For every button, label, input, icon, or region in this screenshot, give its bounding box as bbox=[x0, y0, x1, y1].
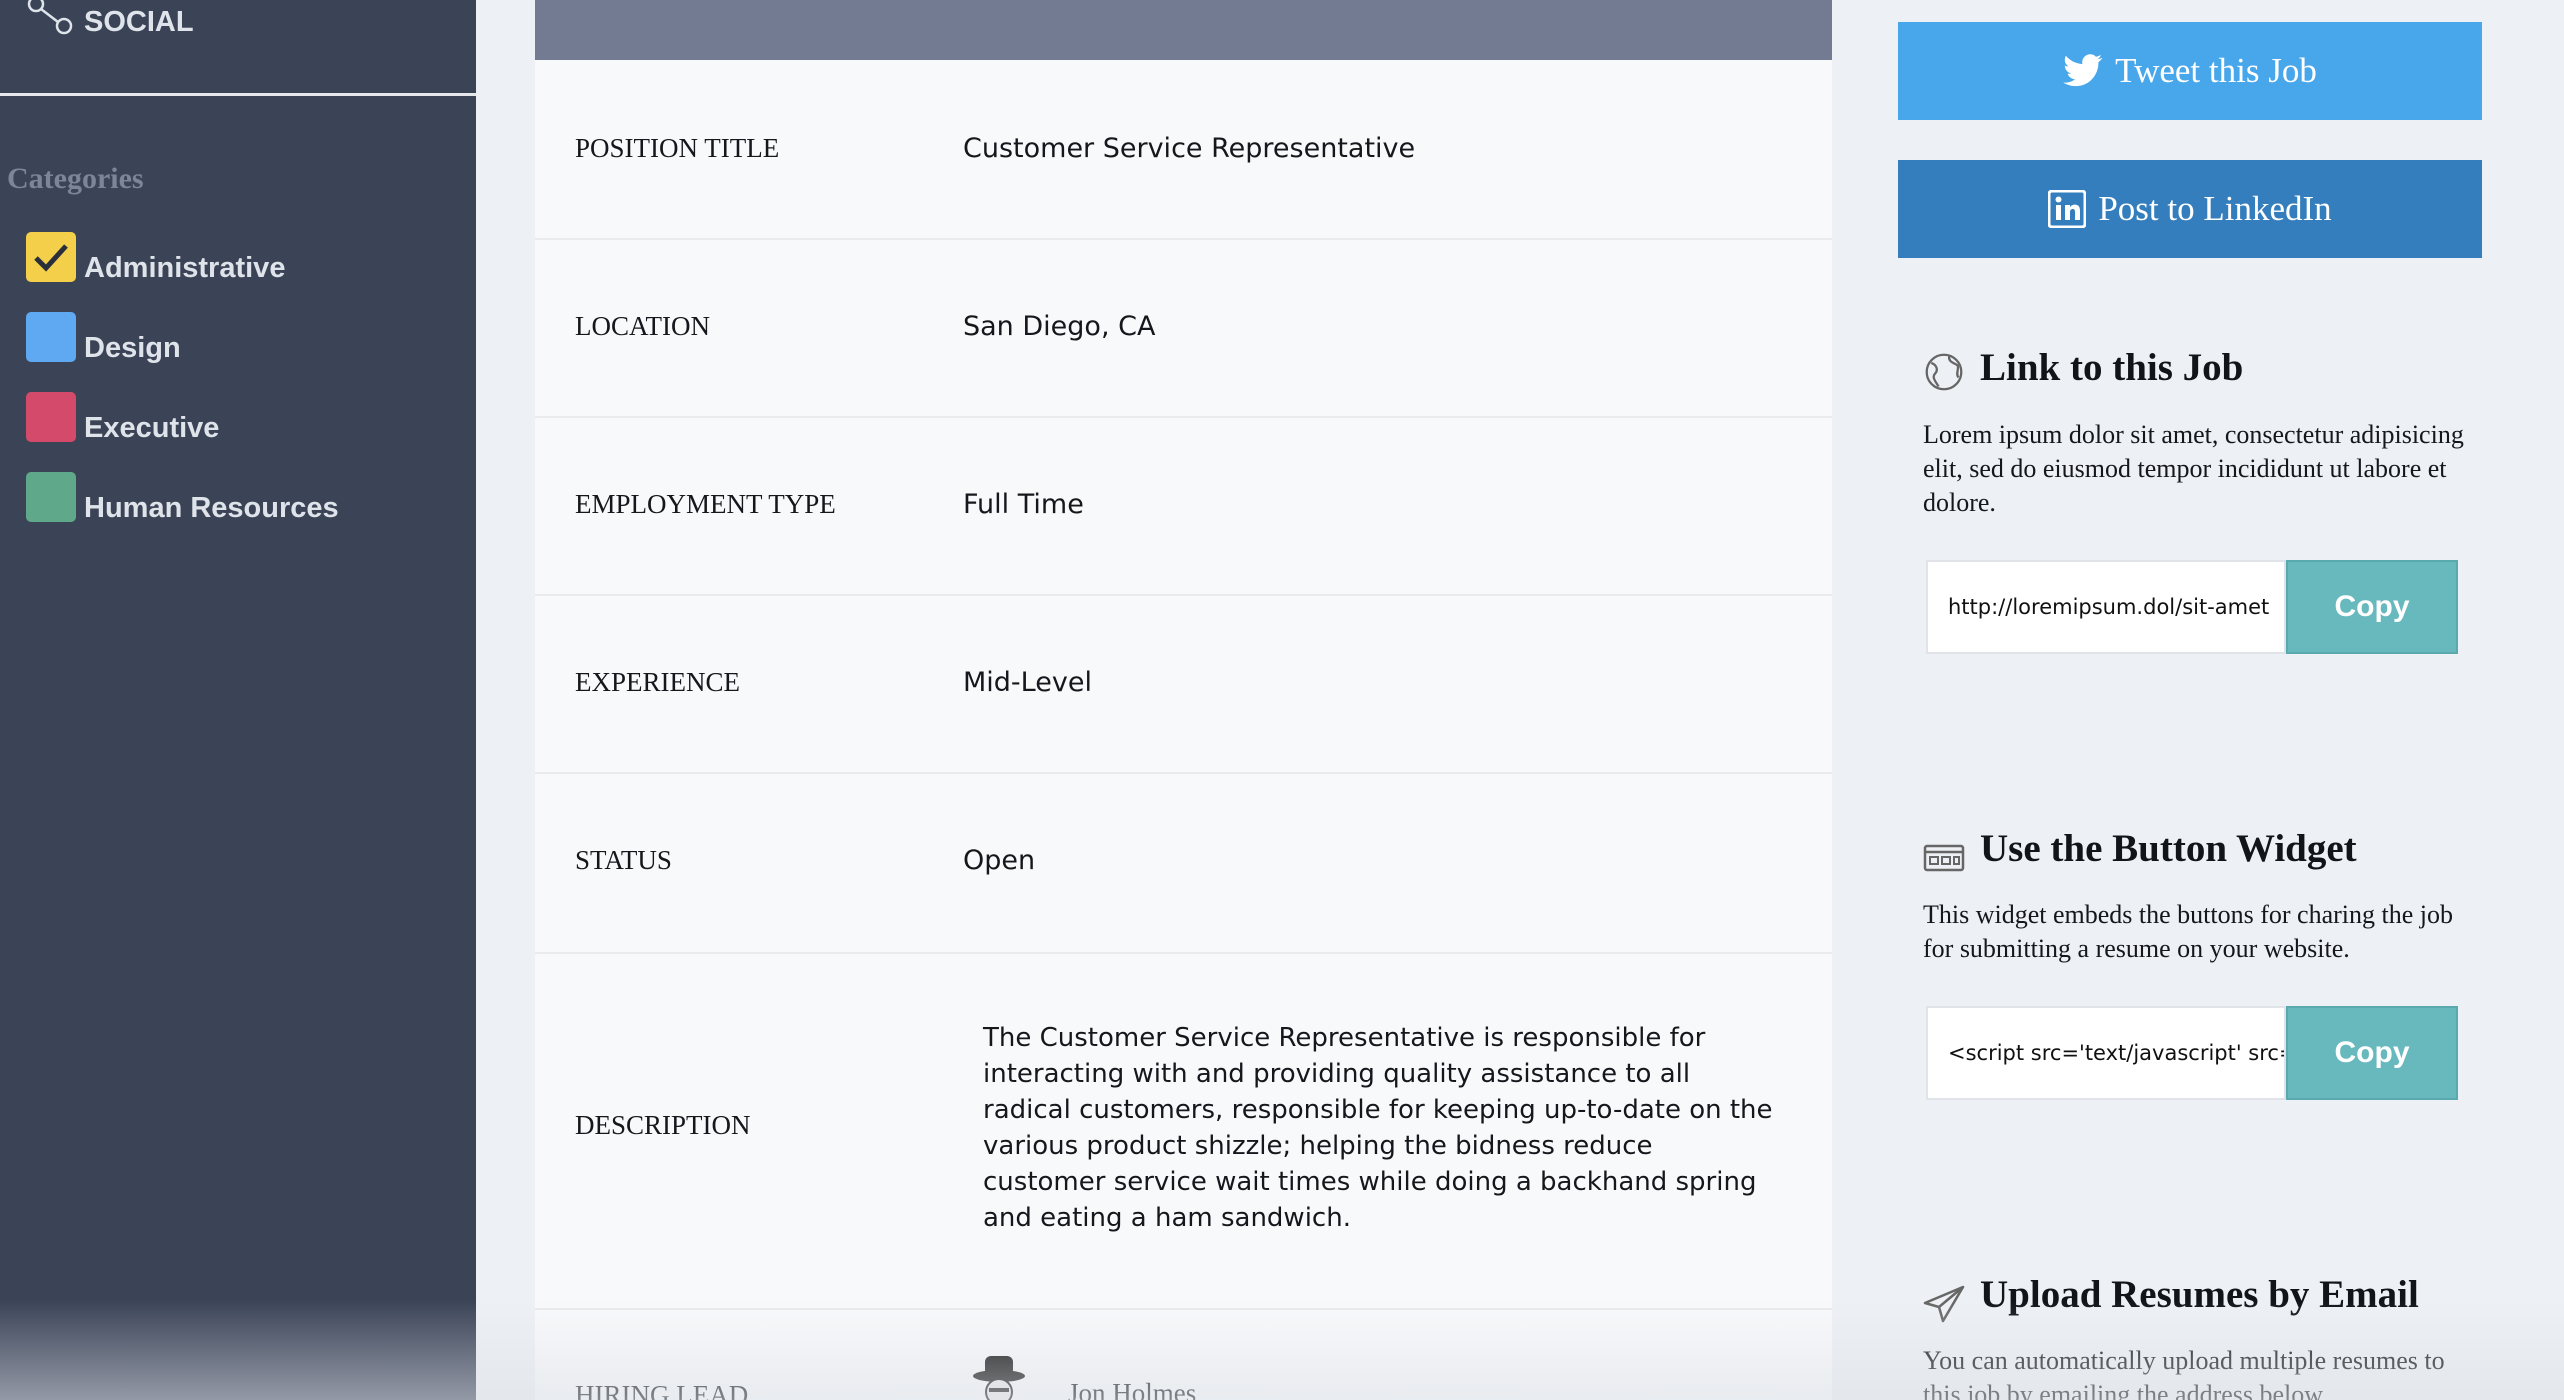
field-label: HIRING LEAD bbox=[575, 1380, 749, 1400]
field-value: Full Time bbox=[963, 489, 1084, 520]
category-label: Executive bbox=[84, 412, 220, 444]
category-checkbox[interactable] bbox=[26, 472, 76, 522]
table-row: EMPLOYMENT TYPE Full Time bbox=[535, 418, 1832, 596]
category-human-resources[interactable]: Human Resources bbox=[26, 472, 466, 524]
category-checkbox[interactable] bbox=[26, 232, 76, 282]
share-icon bbox=[27, 0, 73, 35]
link-section-title: Link to this Job bbox=[1980, 346, 2244, 389]
field-label: POSITION TITLE bbox=[575, 133, 780, 163]
copy-widget-button[interactable]: Copy bbox=[2286, 1006, 2458, 1100]
table-row: POSITION TITLE Customer Service Represen… bbox=[535, 60, 1832, 240]
email-section-text: You can automatically upload multiple re… bbox=[1923, 1346, 2445, 1400]
paper-plane-icon bbox=[1923, 1285, 1965, 1323]
field-value: Open bbox=[963, 845, 1036, 876]
link-section-text: Lorem ipsum dolor sit amet, consectetur … bbox=[1923, 420, 2464, 517]
field-label: LOCATION bbox=[575, 311, 710, 341]
category-checkbox[interactable] bbox=[26, 392, 76, 442]
table-row-hiring-lead: HIRING LEAD Jon Holmes bbox=[535, 1310, 1832, 1400]
hiring-lead-name: Jon Holmes bbox=[1068, 1378, 1197, 1400]
job-link-field[interactable]: http://loremipsum.dol/sit-amet bbox=[1926, 560, 2286, 654]
linkedin-post-label: Post to LinkedIn bbox=[2098, 189, 2332, 228]
category-checkbox[interactable] bbox=[26, 312, 76, 362]
field-label: DESCRIPTION bbox=[575, 1110, 751, 1140]
copy-link-button[interactable]: Copy bbox=[2286, 560, 2458, 654]
job-description: The Customer Service Representative is r… bbox=[983, 1023, 1773, 1233]
table-row: LOCATION San Diego, CA bbox=[535, 240, 1832, 418]
widget-icon bbox=[1923, 844, 1965, 872]
social-section[interactable]: SOCIAL bbox=[0, 0, 476, 96]
table-row-description: DESCRIPTION The Customer Service Represe… bbox=[535, 954, 1832, 1310]
field-value: San Diego, CA bbox=[963, 311, 1156, 342]
social-label: SOCIAL bbox=[84, 6, 194, 38]
tweet-job-label: Tweet this Job bbox=[2115, 51, 2317, 90]
category-administrative[interactable]: Administrative bbox=[26, 232, 466, 284]
table-header-bar bbox=[535, 0, 1832, 60]
category-label: Administrative bbox=[84, 252, 286, 284]
field-value: Customer Service Representative bbox=[963, 133, 1416, 164]
widget-section-title: Use the Button Widget bbox=[1980, 827, 2357, 870]
tweet-job-button[interactable]: Tweet this Job bbox=[1898, 22, 2482, 120]
category-design[interactable]: Design bbox=[26, 312, 466, 364]
field-label: EMPLOYMENT TYPE bbox=[575, 489, 836, 519]
globe-icon bbox=[1925, 353, 1963, 391]
field-value: Mid-Level bbox=[963, 667, 1092, 698]
category-label: Design bbox=[84, 332, 181, 364]
avatar bbox=[963, 1354, 1035, 1400]
field-label: STATUS bbox=[575, 845, 672, 875]
table-row: EXPERIENCE Mid-Level bbox=[535, 596, 1832, 774]
category-executive[interactable]: Executive bbox=[26, 392, 466, 444]
field-label: EXPERIENCE bbox=[575, 667, 740, 697]
category-label: Human Resources bbox=[84, 492, 339, 524]
linkedin-post-button[interactable]: Post to LinkedIn bbox=[1898, 160, 2482, 258]
table-row: STATUS Open bbox=[535, 774, 1832, 954]
twitter-icon bbox=[2063, 54, 2103, 87]
categories-title: Categories bbox=[7, 162, 144, 195]
email-section-title: Upload Resumes by Email bbox=[1980, 1273, 2419, 1316]
widget-section-text: This widget embeds the buttons for chari… bbox=[1923, 900, 2454, 963]
checkmark-icon bbox=[34, 244, 68, 272]
linkedin-icon bbox=[2048, 190, 2087, 228]
sidebar: SOCIAL Categories Administrative Design … bbox=[0, 0, 476, 1400]
job-details-table: POSITION TITLE Customer Service Represen… bbox=[535, 0, 1832, 1400]
widget-code-field[interactable]: <script src='text/javascript' src='widge… bbox=[1926, 1006, 2286, 1100]
